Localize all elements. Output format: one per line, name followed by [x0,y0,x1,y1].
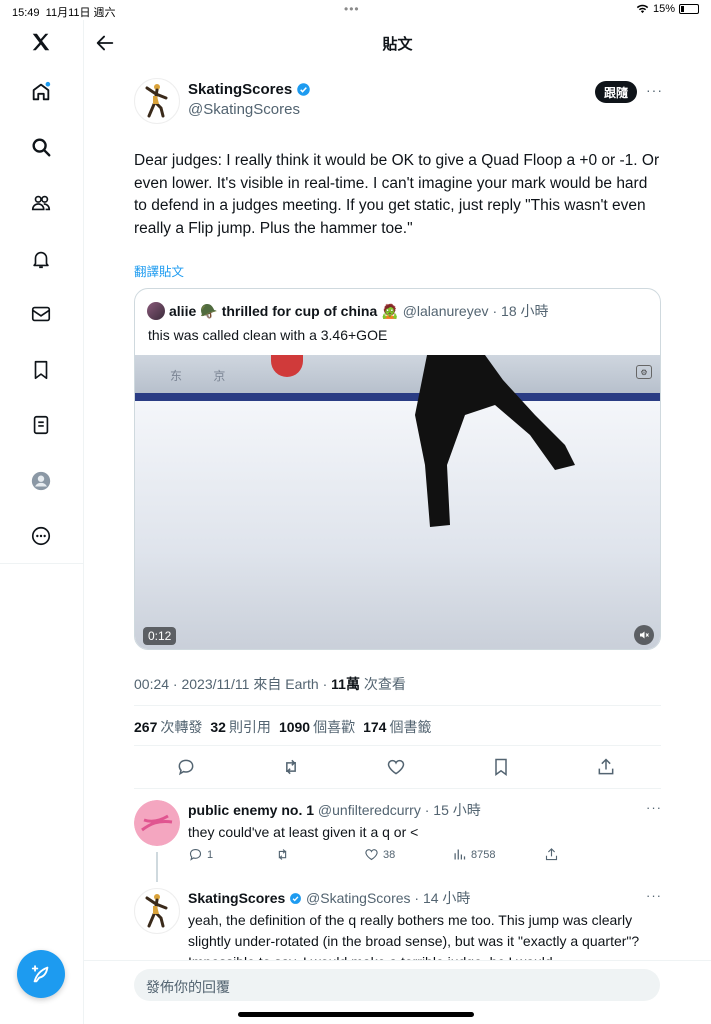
tweet-stats: 267 次轉發 32 則引用 1090 個喜歡 174 個書籤 [134,717,431,737]
quote-text: this was called clean with a 3.46+GOE [148,327,388,343]
quote-author-name-suffix: thrilled for cup of china [221,303,378,319]
emoji-icon: 🧟 [381,302,399,319]
reply-share-button[interactable] [544,847,559,862]
reply-views-button[interactable]: 8758 [452,847,495,862]
main-column: 貼文 SkatingScores @SkatingScores 跟隨 ··· D… [84,20,711,1024]
tweet-text: Dear judges: I really think it would be … [134,152,660,237]
divider [134,788,661,789]
messages-envelope-icon[interactable] [28,301,54,327]
translate-link[interactable]: 翻譯貼文 [134,261,184,280]
quoted-tweet[interactable]: aliie 🪖 thrilled for cup of china 🧟 @lal… [134,288,661,650]
mute-icon[interactable] [634,625,654,645]
reply-item[interactable]: public enemy no. 1 @unfilteredcurry · 15… [134,800,661,870]
reply-item[interactable]: SkatingScores @SkatingScores · 14 小時 ···… [134,888,662,970]
battery-percent: 15% [652,3,675,15]
reply-avatar[interactable] [134,800,180,846]
home-indicator[interactable] [238,1012,474,1017]
author-avatar[interactable] [134,78,180,124]
reply-header: SkatingScores @SkatingScores · 14 小時 [188,888,470,908]
like-heart-icon [365,849,378,861]
communities-icon[interactable] [28,190,54,216]
share-icon [545,848,558,861]
reply-header: public enemy no. 1 @unfilteredcurry · 15… [188,800,481,820]
likes-stat[interactable]: 1090 個喜歡 [279,717,355,737]
divider [134,745,661,746]
reply-author-name[interactable]: SkatingScores [188,890,285,906]
reply-actions: 1 38 8758 [188,847,568,863]
reply-reply-button[interactable]: 1 [188,847,213,862]
reply-text: they could've at least given it a q or < [188,824,419,840]
x-logo-icon[interactable] [28,29,54,55]
tweet-meta: 00:24 · 2023/11/11 來自 Earth · 11萬 次查看 [134,676,406,692]
like-heart-icon[interactable] [386,757,406,777]
quote-header: aliie 🪖 thrilled for cup of china 🧟 @lal… [147,301,549,321]
status-time: 15:49 11月11日 週六 [12,7,116,19]
reply-time: · 15 小時 [424,802,481,818]
author-handle[interactable]: @SkatingScores [188,101,300,118]
reply-handle[interactable]: @unfilteredcurry [318,802,421,818]
view-count: 11萬 [331,676,360,692]
video-duration: 0:12 [143,627,177,645]
sidebar [0,20,84,1024]
reply-author-name[interactable]: public enemy no. 1 [188,802,314,818]
board-text: 东 京 [170,369,240,383]
bookmark-icon[interactable] [491,757,511,777]
skater-logo-icon [145,84,168,118]
reply-more-icon[interactable]: ··· [646,888,662,903]
reply-icon[interactable] [176,757,196,777]
retweets-stat[interactable]: 267 次轉發 [134,717,202,737]
bookmarks-icon[interactable] [28,357,54,383]
divider [134,705,661,706]
video-player[interactable]: 东 京 ⚙ 0:12 [135,355,660,649]
quote-handle: @lalanureyev [402,303,489,319]
quote-author-name: aliie [169,303,197,319]
reply-time: · 14 小時 [414,890,471,906]
home-icon[interactable] [28,79,54,105]
search-icon[interactable] [28,134,54,160]
page-title: 貼文 [382,36,413,53]
verified-badge-icon [297,83,310,96]
profile-avatar-icon[interactable] [28,468,54,494]
wifi-icon [636,4,649,14]
notifications-bell-icon[interactable] [28,246,54,272]
retweet-icon [278,849,287,860]
retweet-icon[interactable] [281,757,301,777]
helmet-emoji-icon: 🪖 [200,302,218,319]
more-circle-icon[interactable] [28,523,54,549]
battery-icon [679,4,699,14]
video-settings-icon[interactable]: ⚙ [636,365,652,379]
reply-more-icon[interactable]: ··· [646,800,662,815]
reply-input[interactable]: 發佈你的回覆 [134,969,660,1001]
skater-silhouette [415,355,575,527]
compose-button[interactable] [17,950,65,998]
author-name[interactable]: SkatingScores [188,81,311,98]
sidebar-divider [0,563,84,564]
status-right: 15% [636,3,699,15]
more-options-icon[interactable]: ··· [646,82,663,98]
reply-like-button[interactable]: 38 [364,847,395,862]
status-bar: 15:49 11月11日 週六 ••• 15% [0,0,711,20]
reply-icon [189,848,202,861]
follow-button[interactable]: 跟隨 [595,81,637,103]
verified-badge-icon [290,893,302,904]
quotes-stat[interactable]: 32 則引用 [210,717,271,737]
views-bar-icon [454,849,466,860]
lists-icon[interactable] [28,412,54,438]
tweet-author: SkatingScores @SkatingScores [134,78,644,124]
share-icon[interactable] [596,757,616,777]
compose-feather-icon [31,965,49,983]
bookmarks-stat[interactable]: 174 個書籤 [363,717,431,737]
multitask-dots-icon[interactable]: ••• [344,2,360,16]
reply-handle[interactable]: @SkatingScores [306,890,410,906]
quote-time: · 18 小時 [492,303,549,319]
top-bar: 貼文 [84,20,711,64]
reply-retweet-button[interactable] [275,847,290,862]
quote-avatar [147,302,165,320]
reply-avatar[interactable] [134,888,180,934]
thread-line [156,852,158,882]
board-logo [271,355,303,377]
tweet-actions [134,757,661,779]
